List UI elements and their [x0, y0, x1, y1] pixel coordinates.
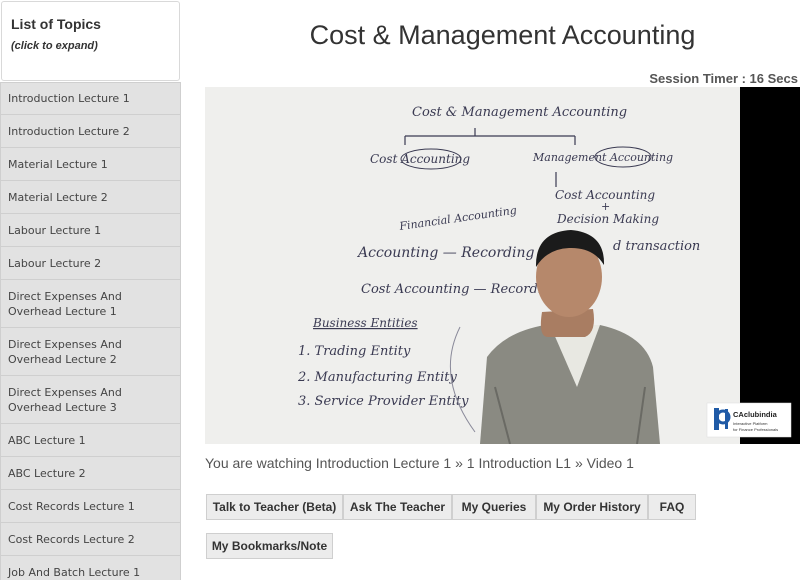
board-line2: Cost Accounting — Recording — [361, 282, 559, 297]
topics-header[interactable]: List of Topics (click to expand) — [1, 1, 180, 81]
logo-tagline-1: Interactive Platform — [733, 421, 768, 426]
video-player[interactable]: Cost & Management Accounting Cost Accoun… — [205, 87, 800, 444]
topic-item[interactable]: Cost Records Lecture 1 — [0, 490, 181, 523]
topic-item[interactable]: Introduction Lecture 1 — [0, 82, 181, 115]
my-order-history-button[interactable]: My Order History — [536, 494, 648, 520]
topic-item[interactable]: Direct Expenses And Overhead Lecture 3 — [0, 376, 181, 424]
topic-item[interactable]: Labour Lecture 1 — [0, 214, 181, 247]
board-heading: Cost & Management Accounting — [412, 105, 627, 120]
board-entity3: 3. Service Provider Entity — [298, 394, 469, 409]
my-bookmarks-button[interactable]: My Bookmarks/Note — [206, 533, 333, 559]
page-title: Cost & Management Accounting — [309, 20, 696, 50]
caclubindia-logo: CAclubindia Interactive Platform for Fin… — [706, 402, 792, 438]
board-line1-end: d transaction — [613, 239, 700, 254]
faq-button[interactable]: FAQ — [648, 494, 696, 520]
logo-tagline-2: for Finance Professionals — [733, 427, 778, 432]
topic-item[interactable]: Material Lecture 1 — [0, 148, 181, 181]
topics-sidebar: List of Topics (click to expand) Introdu… — [0, 0, 181, 580]
topic-item[interactable]: ABC Lecture 2 — [0, 457, 181, 490]
topic-item[interactable]: Labour Lecture 2 — [0, 247, 181, 280]
breadcrumb: You are watching Introduction Lecture 1 … — [205, 455, 634, 471]
topic-list: Introduction Lecture 1 Introduction Lect… — [0, 82, 181, 580]
board-entity2: 2. Manufacturing Entity — [297, 370, 457, 385]
board-right-branch: Management Accounting — [532, 151, 673, 164]
talk-to-teacher-button[interactable]: Talk to Teacher (Beta) — [206, 494, 343, 520]
topic-item[interactable]: Cost Records Lecture 2 — [0, 523, 181, 556]
board-line1: Accounting — Recording of — [356, 245, 555, 261]
session-timer: Session Timer : 16 Secs — [649, 71, 798, 86]
topic-item[interactable]: Direct Expenses And Overhead Lecture 1 — [0, 280, 181, 328]
my-queries-button[interactable]: My Queries — [452, 494, 536, 520]
topic-item[interactable]: Direct Expenses And Overhead Lecture 2 — [0, 328, 181, 376]
topics-title: List of Topics — [11, 16, 101, 32]
board-left-branch: Cost Accounting — [370, 152, 470, 166]
topic-item[interactable]: Job And Batch Lecture 1 — [0, 556, 181, 580]
topic-item[interactable]: Introduction Lecture 2 — [0, 115, 181, 148]
ask-the-teacher-button[interactable]: Ask The Teacher — [343, 494, 452, 520]
board-entities-heading: Business Entities — [312, 316, 418, 330]
topics-subtitle: (click to expand) — [11, 40, 98, 52]
logo-name: CAclubindia — [733, 410, 778, 419]
board-right-sub2: Decision Making — [556, 212, 659, 226]
board-entity1: 1. Trading Entity — [298, 344, 411, 359]
topic-item[interactable]: ABC Lecture 1 — [0, 424, 181, 457]
topic-item[interactable]: Material Lecture 2 — [0, 181, 181, 214]
